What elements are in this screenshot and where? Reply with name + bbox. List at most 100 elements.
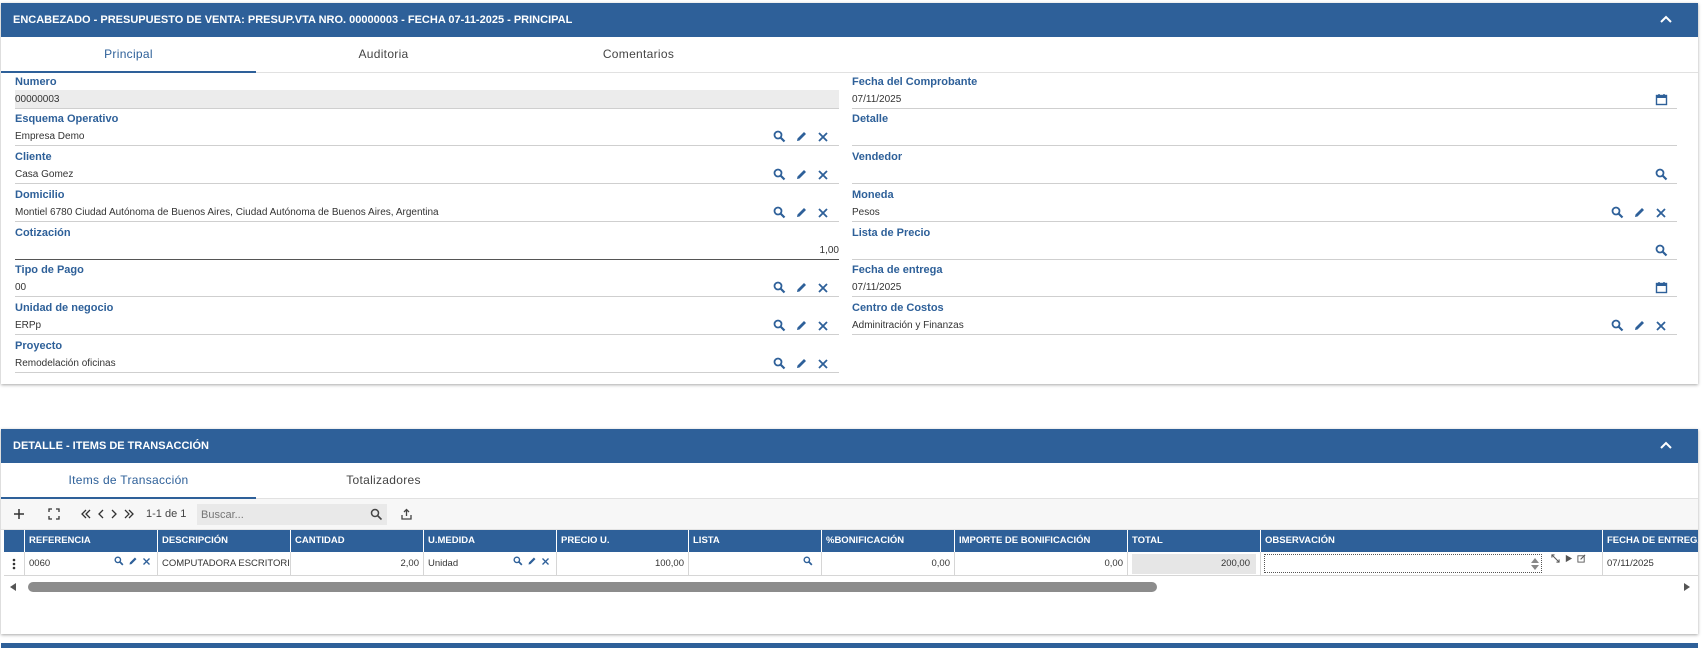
cell-precio[interactable]: 100,00 <box>557 552 689 576</box>
field-vendedor: Vendedor <box>852 146 1677 186</box>
expand-icon[interactable] <box>48 506 60 522</box>
domicilio-input[interactable]: Montiel 6780 Ciudad Autónoma de Buenos A… <box>15 203 839 222</box>
cell-referencia[interactable]: 0060 <box>25 552 158 576</box>
close-icon[interactable] <box>815 129 831 145</box>
col-header-umedida[interactable]: U.MEDIDA <box>424 530 557 552</box>
prev-page-icon[interactable] <box>96 506 106 522</box>
col-header-importe-bonificacion[interactable]: IMPORTE DE BONIFICACIÓN <box>955 530 1128 552</box>
play-icon[interactable] <box>1564 554 1573 563</box>
col-header-lista[interactable]: LISTA <box>689 530 822 552</box>
col-header-total[interactable]: TOTAL <box>1128 530 1261 552</box>
fullscreen-icon[interactable] <box>1551 554 1560 563</box>
vendedor-input[interactable] <box>852 165 1677 184</box>
next-page-icon[interactable] <box>109 506 119 522</box>
search-icon[interactable] <box>771 280 787 296</box>
calendar-icon[interactable] <box>1653 92 1669 108</box>
edit-note-icon[interactable] <box>1577 554 1586 563</box>
close-icon[interactable] <box>815 318 831 334</box>
fecha-comprobante-input[interactable]: 07/11/2025 <box>852 90 1677 109</box>
resize-handle-icon[interactable] <box>1530 556 1540 572</box>
close-icon[interactable] <box>541 557 550 566</box>
unidad-de-negocio-input[interactable]: ERPp <box>15 316 839 335</box>
first-page-icon[interactable] <box>80 506 92 522</box>
edit-icon[interactable] <box>793 280 809 296</box>
search-icon[interactable] <box>771 205 787 221</box>
close-icon[interactable] <box>815 356 831 372</box>
cliente-input[interactable]: Casa Gomez <box>15 165 839 184</box>
chevron-up-icon[interactable] <box>1658 438 1674 454</box>
scroll-right-icon[interactable] <box>1682 582 1692 592</box>
table-row[interactable]: 0060 COMPUTADORA ESCRITORIO 2,00 Unidad … <box>4 552 1698 576</box>
tab-comentarios[interactable]: Comentarios <box>511 37 766 73</box>
edit-icon[interactable] <box>793 129 809 145</box>
close-icon[interactable] <box>142 557 151 566</box>
search-icon[interactable] <box>1653 167 1669 183</box>
search-icon[interactable] <box>1609 205 1625 221</box>
close-icon[interactable] <box>815 205 831 221</box>
search-icon[interactable] <box>771 318 787 334</box>
tipo-de-pago-input[interactable]: 00 <box>15 278 839 297</box>
col-header-referencia[interactable]: REFERENCIA <box>25 530 158 552</box>
tab-totalizadores[interactable]: Totalizadores <box>256 463 511 499</box>
search-icon[interactable] <box>1609 318 1625 334</box>
edit-icon[interactable] <box>1631 318 1647 334</box>
proyecto-input[interactable]: Remodelación oficinas <box>15 354 839 373</box>
tab-principal[interactable]: Principal <box>1 37 256 73</box>
cotizacion-input[interactable]: 1,00 <box>15 241 839 260</box>
detail-panel-title-bar[interactable]: DETALLE - ITEMS DE TRANSACCIÓN <box>1 429 1698 463</box>
edit-icon[interactable] <box>793 205 809 221</box>
search-icon[interactable] <box>771 356 787 372</box>
scrollbar-thumb[interactable] <box>28 582 1157 592</box>
search-icon[interactable] <box>114 556 124 566</box>
cell-observacion[interactable] <box>1261 552 1603 576</box>
cell-lista[interactable] <box>689 552 822 576</box>
col-header-fecha-entrega[interactable]: FECHA DE ENTREGA <box>1603 530 1698 552</box>
col-header-bonificacion[interactable]: %BONIFICACIÓN <box>822 530 955 552</box>
cell-umedida[interactable]: Unidad <box>424 552 557 576</box>
tab-items-de-transaccion[interactable]: Items de Transacción <box>1 463 256 499</box>
col-header-observacion[interactable]: OBSERVACIÓN <box>1261 530 1603 552</box>
search-icon[interactable] <box>803 556 813 566</box>
close-icon[interactable] <box>815 167 831 183</box>
fecha-de-entrega-input[interactable]: 07/11/2025 <box>852 278 1677 297</box>
close-icon[interactable] <box>815 280 831 296</box>
close-icon[interactable] <box>1653 205 1669 221</box>
last-page-icon[interactable] <box>123 506 135 522</box>
cell-descripcion[interactable]: COMPUTADORA ESCRITORIO <box>158 552 291 576</box>
cell-bonificacion[interactable]: 0,00 <box>822 552 955 576</box>
search-icon[interactable] <box>1653 243 1669 259</box>
col-header-descripcion[interactable]: DESCRIPCIÓN <box>158 530 291 552</box>
edit-icon[interactable] <box>527 556 537 566</box>
edit-icon[interactable] <box>793 356 809 372</box>
search-icon[interactable] <box>513 556 523 566</box>
search-icon[interactable] <box>370 506 383 522</box>
tab-auditoria[interactable]: Auditoria <box>256 37 511 73</box>
header-panel-title-bar[interactable]: ENCABEZADO - PRESUPUESTO DE VENTA: PRESU… <box>1 3 1698 37</box>
centro-de-costos-input[interactable]: Adminitración y Finanzas <box>852 316 1677 335</box>
edit-icon[interactable] <box>1631 205 1647 221</box>
close-icon[interactable] <box>1653 318 1669 334</box>
esquema-operativo-input[interactable]: Empresa Demo <box>15 127 839 146</box>
add-icon[interactable] <box>13 506 25 522</box>
search-icon[interactable] <box>771 167 787 183</box>
edit-icon[interactable] <box>128 556 138 566</box>
cell-cantidad[interactable]: 2,00 <box>291 552 424 576</box>
observacion-textarea[interactable] <box>1264 554 1542 573</box>
scroll-left-icon[interactable] <box>8 582 18 592</box>
edit-icon[interactable] <box>793 318 809 334</box>
export-icon[interactable] <box>400 506 413 522</box>
grid-search-input[interactable] <box>197 504 387 525</box>
horizontal-scrollbar[interactable] <box>4 580 1698 594</box>
row-menu-icon[interactable] <box>4 552 25 576</box>
search-icon[interactable] <box>771 129 787 145</box>
col-header-precio[interactable]: PRECIO U. <box>557 530 689 552</box>
cell-importe-bonificacion[interactable]: 0,00 <box>955 552 1128 576</box>
edit-icon[interactable] <box>793 167 809 183</box>
moneda-input[interactable]: Pesos <box>852 203 1677 222</box>
calendar-icon[interactable] <box>1653 280 1669 296</box>
cell-fecha-entrega[interactable]: 07/11/2025 <box>1603 552 1698 576</box>
lista-de-precio-input[interactable] <box>852 241 1677 260</box>
detalle-input[interactable] <box>852 127 1677 146</box>
col-header-cantidad[interactable]: CANTIDAD <box>291 530 424 552</box>
chevron-up-icon[interactable] <box>1658 12 1674 28</box>
